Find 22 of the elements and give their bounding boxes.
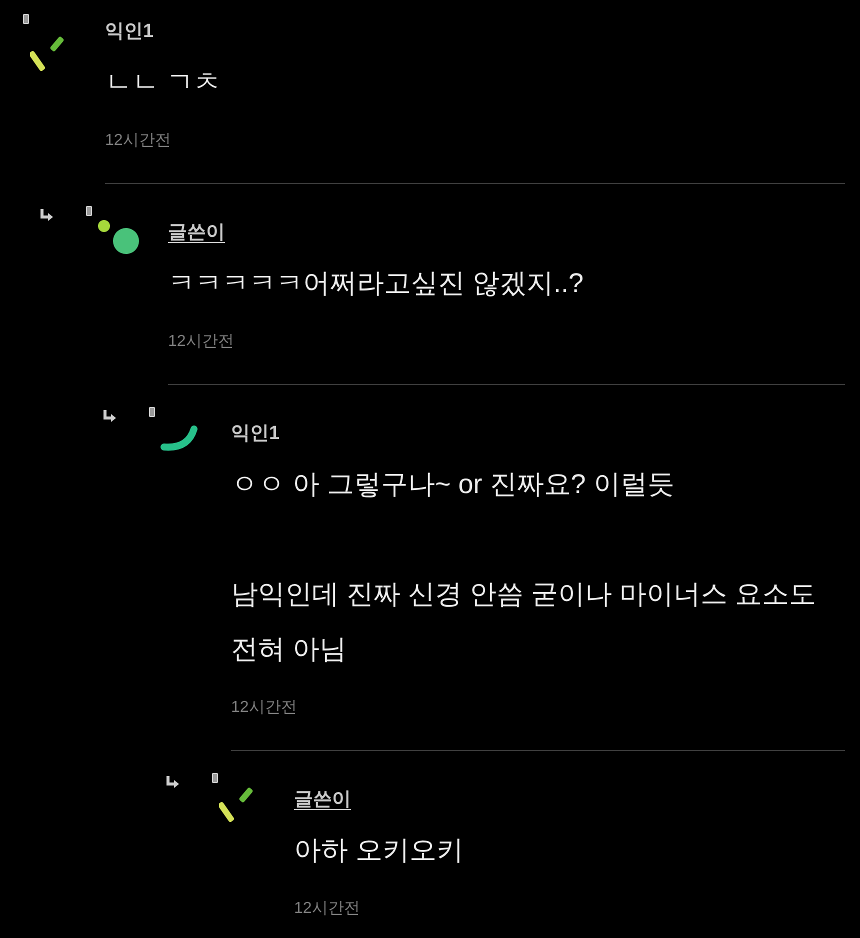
mobile-icon [212, 773, 218, 783]
timestamp: 12시간전 [294, 899, 360, 919]
author-name[interactable]: 익인1 [231, 422, 280, 446]
mobile-icon [86, 206, 92, 216]
timestamp: 12시간전 [168, 332, 234, 352]
author-name[interactable]: 익인1 [105, 20, 154, 44]
mobile-icon [23, 14, 29, 24]
avatar-icon [97, 218, 141, 256]
comment-text: 아하 오키오키 [294, 834, 465, 867]
reply-arrow-icon [102, 409, 118, 425]
comment-text: ㄴㄴ ㄱㅊ [105, 66, 222, 99]
author-name[interactable]: 글쓴이 [168, 221, 225, 245]
mobile-icon [149, 407, 155, 417]
reply-arrow-icon [165, 775, 181, 791]
reply-arrow-icon [39, 208, 55, 224]
comment-text: 남익인데 진짜 신경 안씀 굳이나 마이너스 요소도 전혀 아님 [231, 578, 818, 666]
comment-text: ㅇㅇ 아 그렇구나~ or 진짜요? 이럴듯 [231, 468, 676, 501]
timestamp: 12시간전 [231, 698, 297, 718]
timestamp: 12시간전 [105, 131, 171, 151]
author-name[interactable]: 글쓴이 [294, 788, 351, 812]
avatar-icon [160, 425, 200, 453]
comment-text: ㅋㅋㅋㅋㅋ어쩌라고싶진 않겠지..? [168, 267, 585, 300]
